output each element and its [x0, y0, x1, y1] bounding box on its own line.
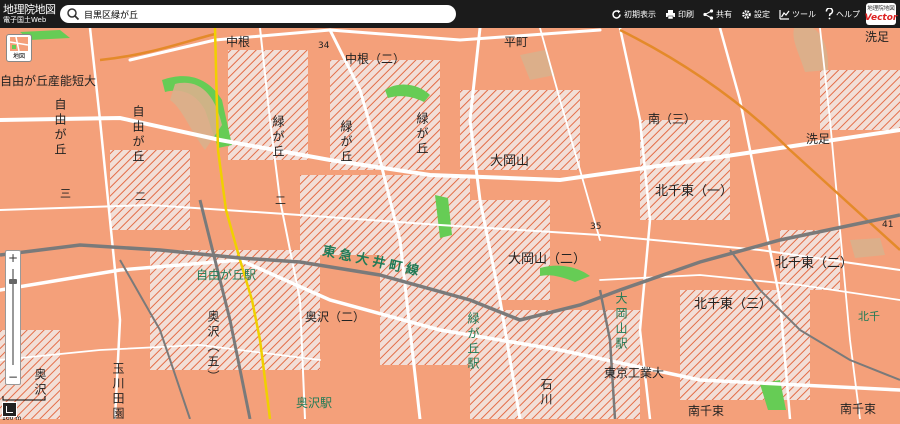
label-oookayama-ni: 大岡山（二）: [508, 252, 587, 267]
label-senzoku2: 洗足: [806, 132, 831, 146]
label-tamagawa: 玉川田園: [111, 362, 125, 422]
refresh-icon: [612, 9, 621, 19]
print-button[interactable]: 印刷: [665, 9, 694, 20]
label-jiyugaoka-ni: 二: [135, 190, 146, 203]
label-okusawa-ni: 奥沢（二）: [305, 310, 366, 324]
logo-title: 地理院地図: [3, 2, 56, 16]
label-kitasenzoku-ichi: 北千東（一）: [655, 184, 734, 199]
share-label: 共有: [716, 9, 732, 19]
map-layer-icon: [10, 37, 28, 51]
label-okusawa-go: 奥沢（五）: [206, 310, 220, 385]
label-jiyugaoka-station: 自由が丘駅: [196, 268, 257, 282]
zoom-slider-handle[interactable]: [9, 279, 17, 284]
label-alt-35: 35: [590, 222, 602, 232]
print-label: 印刷: [678, 9, 694, 19]
share-icon: [703, 8, 714, 20]
reset-view-button[interactable]: 初期表示: [611, 9, 656, 20]
search-input[interactable]: [80, 9, 444, 19]
tool-icon: [779, 9, 790, 20]
share-button[interactable]: 共有: [703, 8, 732, 20]
label-alt-34: 34: [318, 41, 330, 51]
label-midorigaoka-station: 緑が丘駅: [466, 312, 480, 372]
settings-button[interactable]: 設定: [741, 9, 770, 20]
zoom-control: + −: [5, 250, 21, 385]
label-minami-senzoku2: 南千束: [840, 402, 877, 416]
label-midorigaoka-ni: 二: [275, 194, 286, 207]
label-jiyugaoka-v1: 自由が丘: [53, 98, 67, 158]
label-senzoku: 洗足: [865, 30, 890, 44]
help-icon: [825, 8, 834, 20]
label-oookayama: 大岡山: [490, 154, 530, 169]
zoom-in-button[interactable]: +: [6, 251, 20, 265]
app-logo[interactable]: 地理院地図 電子国土Web: [0, 0, 56, 28]
label-midorigaoka-v1c: 緑が丘: [415, 112, 429, 157]
reset-view-label: 初期表示: [624, 9, 656, 19]
label-kitasenzoku-short: 北千: [858, 310, 880, 323]
vector-map-button[interactable]: 地理院地図 Vector: [864, 3, 898, 25]
gear-icon: [742, 9, 751, 19]
layer-button[interactable]: 地図: [6, 34, 32, 62]
label-jiyugaoka-san: 三: [60, 187, 71, 200]
label-minami-san: 南（三）: [648, 112, 697, 126]
tools-label: ツール: [792, 9, 816, 19]
label-alt-41: 41: [882, 220, 894, 230]
vector-subtitle: 地理院地図: [867, 5, 895, 12]
label-hiracho: 平町: [504, 35, 529, 49]
print-icon: [666, 9, 675, 19]
label-kitasenzoku-ni: 北千東（二）: [775, 256, 854, 271]
label-jiyugaoka-tanki: 自由が丘産能短大: [0, 74, 97, 88]
search-icon[interactable]: [66, 7, 80, 21]
vector-title: Vector: [864, 12, 898, 23]
label-minami-senzoku: 南千束: [688, 404, 725, 418]
label-jiyugaoka-v2: 自由が丘: [131, 105, 145, 165]
help-label: ヘルプ: [836, 9, 860, 19]
top-toolbar: 地理院地図 電子国土Web 初期表示 印刷 共有 設定 ツール ヘルプ: [0, 0, 900, 28]
label-nakane: 中根: [226, 35, 251, 49]
label-kitasenzoku-san: 北千東（三）: [694, 297, 773, 312]
tools-button[interactable]: ツール: [779, 9, 816, 20]
settings-label: 設定: [754, 9, 770, 19]
label-midorigaoka-v1: 緑が丘: [271, 115, 285, 160]
label-okusawa-station: 奥沢駅: [296, 396, 333, 410]
scale-bar: 100 m: [2, 386, 46, 422]
scale-line: [2, 396, 46, 401]
label-nakane-ni: 中根（二）: [345, 52, 406, 66]
help-button[interactable]: ヘルプ: [825, 8, 860, 20]
search-box: [60, 5, 456, 23]
logo-subtitle: 電子国土Web: [3, 15, 47, 24]
toolbar-actions: 初期表示 印刷 共有 設定 ツール ヘルプ 地理院地図 Vector: [602, 0, 898, 28]
info-panel-toggle[interactable]: [2, 402, 17, 417]
map-canvas[interactable]: [0, 0, 900, 419]
label-oookayama-station: 大岡山駅: [614, 292, 628, 352]
label-midorigaoka-v1b: 緑が丘: [339, 120, 353, 165]
layer-button-label: 地図: [12, 53, 25, 61]
label-tokyo-kogyo: 東京工業大: [604, 366, 665, 380]
zoom-out-button[interactable]: −: [6, 370, 20, 384]
label-ishikawa: 石川: [539, 378, 553, 408]
